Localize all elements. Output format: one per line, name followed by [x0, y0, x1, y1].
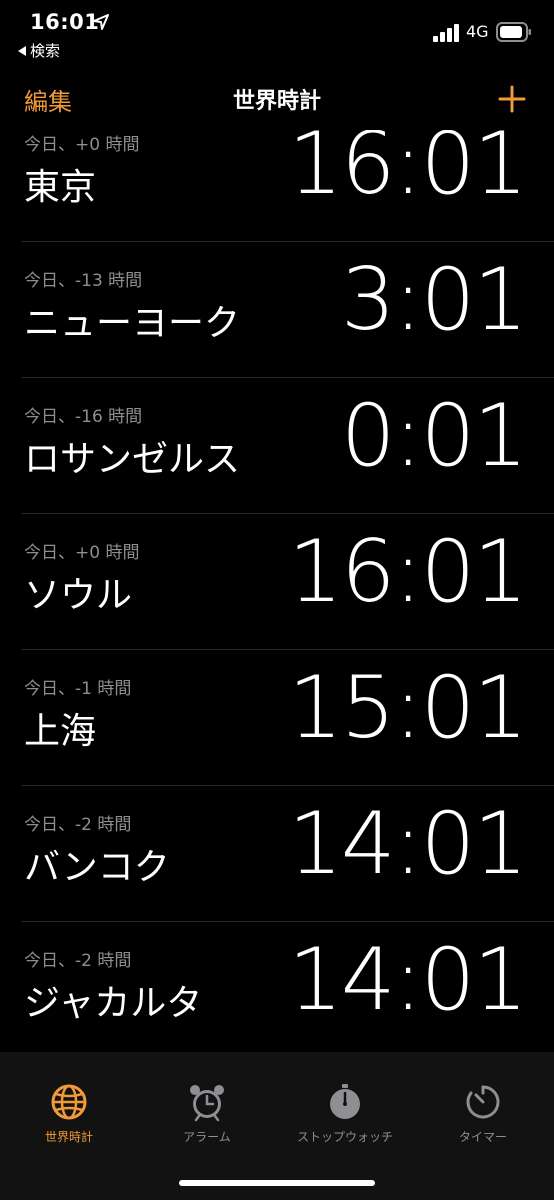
city-name: ロサンゼルス: [24, 439, 241, 480]
status-bar: 16:01 検索 4G: [0, 0, 554, 70]
clock-row-los-angeles[interactable]: 今日、-16 時間 ロサンゼルス 0:01: [0, 378, 554, 514]
time-offset-label: 今日、-2 時間: [24, 951, 132, 971]
location-arrow-icon: [93, 14, 109, 30]
tab-label: ストップウォッチ: [296, 1130, 393, 1144]
time-offset-label: 今日、-1 時間: [24, 679, 132, 699]
city-time: 16:01: [288, 522, 528, 622]
city-name: 東京: [24, 167, 97, 208]
battery-icon: [496, 22, 531, 42]
network-type: 4G: [466, 22, 489, 41]
back-to-app-button[interactable]: 検索: [18, 40, 60, 61]
home-indicator[interactable]: [179, 1180, 375, 1186]
world-clock-list[interactable]: 今日、+0 時間 東京 16:01 今日、-13 時間 ニューヨーク 3:01 …: [0, 130, 554, 1050]
page-title: 世界時計: [232, 89, 321, 114]
clock-row-new-york[interactable]: 今日、-13 時間 ニューヨーク 3:01: [0, 242, 554, 378]
time-offset-label: 今日、-16 時間: [24, 407, 143, 427]
time-offset-label: 今日、-2 時間: [24, 815, 132, 835]
clock-row-jakarta[interactable]: 今日、-2 時間 ジャカルタ 14:01: [0, 922, 554, 1050]
city-name: ニューヨーク: [24, 303, 241, 344]
navigation-bar: 編集 世界時計: [0, 70, 554, 130]
time-offset-label: 今日、+0 時間: [24, 135, 140, 155]
clock-row-tokyo[interactable]: 今日、+0 時間 東京 16:01: [0, 130, 554, 242]
tab-label: 世界時計: [44, 1130, 93, 1144]
tab-world-clock[interactable]: 世界時計: [0, 1082, 138, 1145]
city-time: 14:01: [288, 794, 528, 894]
tab-timer[interactable]: タイマー: [414, 1082, 552, 1145]
city-name: バンコク: [24, 847, 170, 888]
back-app-label: 検索: [30, 42, 61, 60]
cellular-signal-icon: [433, 24, 459, 42]
status-time: 16:01: [30, 10, 100, 34]
clock-row-shanghai[interactable]: 今日、-1 時間 上海 15:01: [0, 650, 554, 786]
city-time: 16:01: [288, 130, 528, 214]
time-offset-label: 今日、+0 時間: [24, 543, 140, 563]
city-name: ソウル: [24, 575, 133, 616]
tab-stopwatch[interactable]: ストップウォッチ: [276, 1082, 414, 1145]
back-arrow-icon: [18, 45, 26, 56]
time-offset-label: 今日、-13 時間: [24, 271, 143, 291]
add-clock-icon[interactable]: [498, 85, 526, 113]
tab-alarm[interactable]: アラーム: [138, 1082, 276, 1145]
clock-row-bangkok[interactable]: 今日、-2 時間 バンコク 14:01: [0, 786, 554, 922]
globe-icon: [51, 1084, 87, 1120]
city-name: ジャカルタ: [24, 983, 203, 1024]
city-name: 上海: [24, 711, 97, 752]
tab-label: アラーム: [183, 1130, 231, 1144]
tab-label: タイマー: [458, 1130, 507, 1144]
timer-icon: [466, 1085, 500, 1119]
city-time: 0:01: [340, 386, 528, 486]
clock-row-seoul[interactable]: 今日、+0 時間 ソウル 16:01: [0, 514, 554, 650]
city-time: 15:01: [288, 658, 528, 758]
alarm-clock-icon: [190, 1085, 224, 1122]
city-time: 14:01: [288, 930, 528, 1030]
tab-bar: 世界時計 アラーム ストップウォッチ タイマー: [0, 1052, 554, 1200]
stopwatch-icon: [330, 1084, 360, 1119]
city-time: 3:01: [340, 250, 528, 350]
